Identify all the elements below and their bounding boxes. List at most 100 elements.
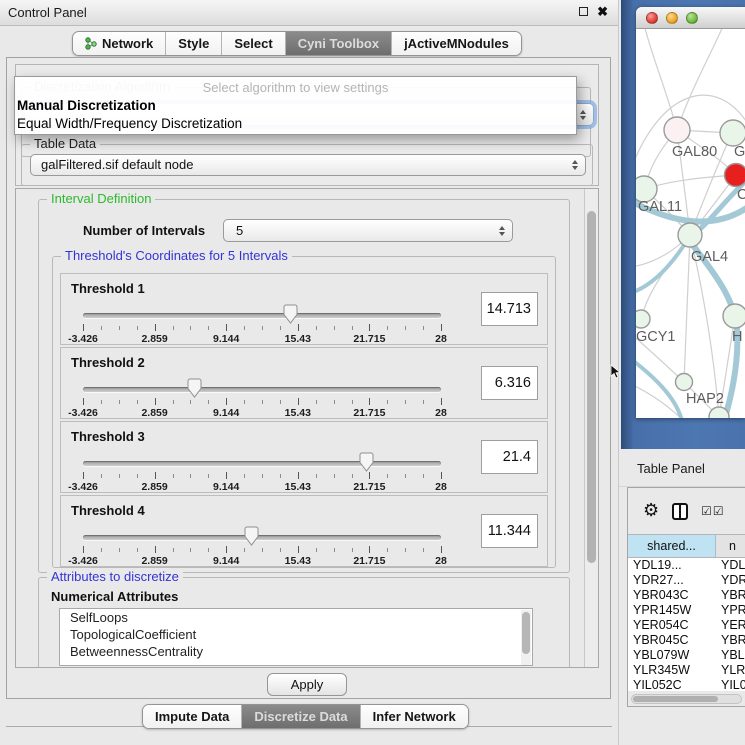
tick-mark <box>208 326 209 330</box>
table-data-combobox[interactable]: galFiltered.sif default node <box>30 154 586 176</box>
table-row[interactable]: YLR345WYLR3 <box>628 663 745 678</box>
node-top-right[interactable] <box>720 120 745 146</box>
threshold-4-row: Threshold 4-3.4262.8599.14415.4321.71528… <box>60 495 548 567</box>
zoom-traffic-light[interactable] <box>686 12 698 24</box>
number-of-intervals-spinner[interactable]: 5 <box>223 219 513 242</box>
table-row[interactable]: YDL19...YDL1 <box>628 558 745 573</box>
threshold-3-value-field[interactable]: 21.4 <box>481 440 538 474</box>
apply-button[interactable]: Apply <box>267 673 347 696</box>
table-row[interactable]: YER054CYER0 <box>628 618 745 633</box>
slider-track[interactable] <box>83 387 441 392</box>
node-gal80[interactable] <box>664 117 690 143</box>
tick-mark <box>101 326 102 330</box>
tick-mark <box>190 326 191 330</box>
threshold-3-label: Threshold 3 <box>71 429 145 444</box>
column-header-name[interactable]: n <box>716 535 745 557</box>
table-row[interactable]: YDR27...YDR2 <box>628 573 745 588</box>
tick-mark <box>155 324 156 331</box>
node-hap2[interactable] <box>676 374 693 391</box>
float-window-icon[interactable] <box>579 7 588 16</box>
table-panel-title: Table Panel <box>637 461 705 476</box>
tab-cyni-toolbox[interactable]: Cyni Toolbox <box>285 32 391 55</box>
threshold-2-value-field[interactable]: 6.316 <box>481 366 538 400</box>
table-row[interactable]: YBL079WYBL0 <box>628 648 745 663</box>
attributes-list[interactable]: SelfLoopsTopologicalCoefficientBetweenne… <box>59 608 533 666</box>
node-gcy1[interactable] <box>636 310 650 328</box>
tick-label: 2.859 <box>141 555 167 567</box>
threshold-1-row: Threshold 1-3.4262.8599.14415.4321.71528… <box>60 273 548 345</box>
node-label-gal4: GAL4 <box>691 249 728 265</box>
tab-select[interactable]: Select <box>221 32 284 55</box>
attribute-item-selfloops[interactable]: SelfLoops <box>60 609 532 626</box>
number-of-intervals-label: Number of Intervals <box>83 223 205 238</box>
network-window: GAL80 G. C GAL11 GAL4 GCY1 H HAP2 <box>636 7 745 418</box>
node-gal4[interactable] <box>678 223 702 247</box>
list-scrollbar-thumb[interactable] <box>522 612 530 654</box>
threshold-2-slider[interactable]: -3.4262.8599.14415.4321.71528 <box>83 382 441 418</box>
popup-option-manual-discretization[interactable]: Manual Discretization <box>17 98 156 113</box>
table-row[interactable]: YIL052CYIL0 <box>628 678 745 691</box>
attribute-item-betweennesscentrality[interactable]: BetweennessCentrality <box>60 643 532 660</box>
table-row[interactable]: YBR043CYBR0 <box>628 588 745 603</box>
table-hscrollbar[interactable] <box>631 694 742 704</box>
panel-scrollbar-thumb[interactable] <box>587 211 596 563</box>
network-nodes[interactable] <box>636 117 745 418</box>
slider-thumb[interactable] <box>283 304 298 324</box>
threshold-4-value-field[interactable]: 11.344 <box>481 514 538 548</box>
threshold-1-slider[interactable]: -3.4262.8599.14415.4321.71528 <box>83 308 441 344</box>
tick-mark <box>334 474 335 478</box>
tick-mark <box>280 548 281 552</box>
tick-label: 9.144 <box>213 555 239 567</box>
slider-thumb[interactable] <box>187 378 202 398</box>
tick-mark <box>226 546 227 553</box>
list-scrollbar[interactable] <box>521 610 531 666</box>
tab-infer-network[interactable]: Infer Network <box>360 705 468 728</box>
tick-mark <box>405 474 406 478</box>
threshold-3-slider[interactable]: -3.4262.8599.14415.4321.71528 <box>83 456 441 492</box>
attribute-item-topologicalcoefficient[interactable]: TopologicalCoefficient <box>60 626 532 643</box>
minimize-traffic-light[interactable] <box>666 12 678 24</box>
column-header-shared-name[interactable]: shared... <box>628 535 716 557</box>
tick-mark <box>316 548 317 552</box>
threshold-4-slider[interactable]: -3.4262.8599.14415.4321.71528 <box>83 530 441 566</box>
tab-jactivemnodules[interactable]: jActiveMNodules <box>391 32 521 55</box>
top-tab-bar: NetworkStyleSelectCyni ToolboxjActiveMNo… <box>72 31 522 56</box>
slider-track[interactable] <box>83 535 441 540</box>
tick-mark <box>208 400 209 404</box>
slider-thumb[interactable] <box>359 452 374 472</box>
tab-style[interactable]: Style <box>165 32 221 55</box>
tab-network[interactable]: Network <box>73 32 165 55</box>
panel-scrollbar[interactable] <box>584 189 598 667</box>
table-hscrollbar-thumb[interactable] <box>633 696 718 702</box>
slider-thumb[interactable] <box>244 526 259 546</box>
tick-mark <box>387 326 388 330</box>
network-canvas[interactable]: GAL80 G. C GAL11 GAL4 GCY1 H HAP2 <box>636 29 745 418</box>
table-row[interactable]: YPR145WYPR1 <box>628 603 745 618</box>
table-row[interactable]: YBR045CYBR0 <box>628 633 745 648</box>
checkbox-icon[interactable]: ☑ <box>713 504 724 518</box>
tick-label: 28 <box>435 481 447 493</box>
popup-option-equal-width-frequency[interactable]: Equal Width/Frequency Discretization <box>17 116 242 131</box>
tab-impute-data[interactable]: Impute Data <box>143 705 241 728</box>
node-h[interactable] <box>723 304 745 328</box>
close-traffic-light[interactable] <box>646 12 658 24</box>
tick-mark <box>101 400 102 404</box>
cell-shared-name: YLR345W <box>628 663 716 678</box>
tick-mark <box>83 546 84 553</box>
node-red-selected[interactable] <box>725 164 745 187</box>
cell-shared-name: YBL079W <box>628 648 716 663</box>
tab-discretize-data[interactable]: Discretize Data <box>241 705 359 728</box>
tick-mark <box>298 546 299 553</box>
threshold-1-value-field[interactable]: 14.713 <box>481 292 538 326</box>
split-columns-icon[interactable] <box>672 503 688 520</box>
select-columns-icons[interactable]: ☑☑ <box>701 504 724 518</box>
tick-mark <box>369 472 370 479</box>
checkbox-icon[interactable]: ☑ <box>701 504 712 518</box>
slider-track[interactable] <box>83 461 441 466</box>
slider-track[interactable] <box>83 313 441 318</box>
close-icon[interactable]: ✖ <box>597 6 608 17</box>
tick-mark <box>137 474 138 478</box>
tick-mark <box>262 548 263 552</box>
settings-gear-icon[interactable]: ⚙ <box>643 502 659 520</box>
tick-mark <box>316 326 317 330</box>
